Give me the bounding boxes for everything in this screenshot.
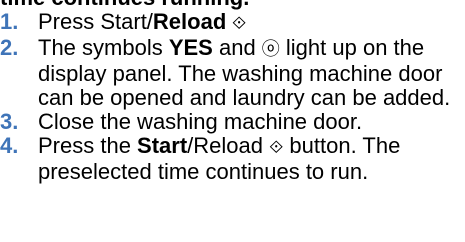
instruction-steps: 1. Press Start/Reload ⟐ 2. The symbols Y…: [0, 10, 465, 184]
step-text: The symbols: [38, 35, 169, 60]
start-reload-icon: ⟐: [226, 13, 247, 34]
step-text: and: [212, 35, 262, 60]
step-number: 4.: [0, 133, 19, 158]
door-symbol-icon: ⓞ: [261, 39, 280, 60]
step-text: Close the washing machine door.: [38, 109, 363, 134]
step-number: 2.: [0, 35, 19, 60]
step-text: /Reload: [187, 133, 270, 158]
step-text: Press Start/: [38, 9, 153, 34]
step-number: 3.: [0, 109, 19, 134]
step-2: 2. The symbols YES and ⓞ light up on the…: [0, 36, 465, 110]
step-number: 1.: [0, 9, 19, 34]
reload-label: Reload: [152, 9, 227, 34]
start-reload-icon: ⟐: [269, 137, 284, 158]
step-1: 1. Press Start/Reload ⟐: [0, 10, 465, 36]
step-3: 3. Close the washing machine door.: [0, 110, 465, 134]
start-label: Start: [137, 133, 188, 158]
step-4: 4. Press the Start/Reload ⟐ button. The …: [0, 134, 465, 184]
yes-symbol-label: YES: [168, 35, 213, 60]
step-text: Press the: [38, 133, 138, 158]
